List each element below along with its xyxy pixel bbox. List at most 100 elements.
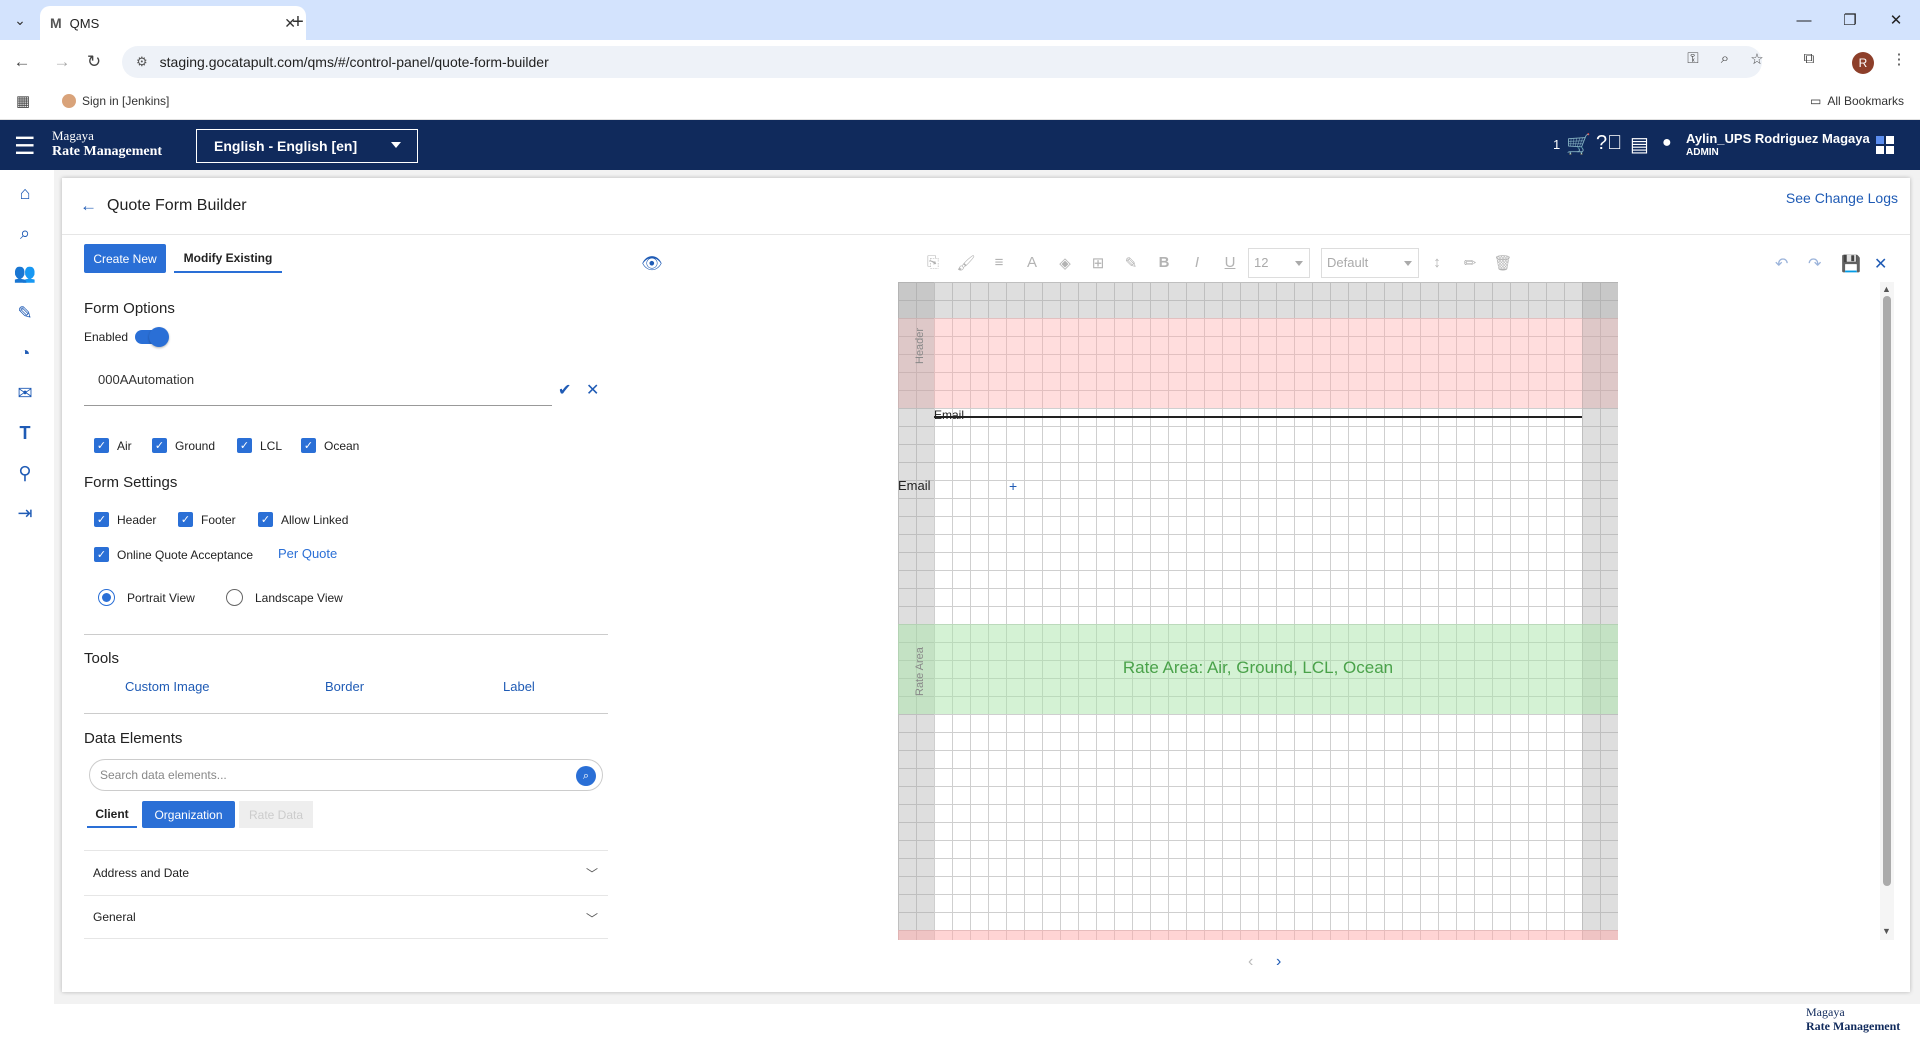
accordion-general[interactable]: General ﹀ — [84, 895, 608, 939]
edit-pencil-icon[interactable]: ✏ — [1459, 254, 1481, 272]
language-select[interactable]: English - English [en] — [196, 129, 418, 163]
email-field-top[interactable]: Email — [934, 408, 964, 422]
fill-color-icon[interactable]: ◈ — [1054, 254, 1076, 272]
text-icon[interactable]: T — [12, 420, 38, 446]
forward-arrow-icon[interactable]: → — [50, 50, 74, 74]
contacts-icon[interactable]: 👥 — [12, 260, 38, 286]
borders-icon[interactable]: ⊞ — [1087, 254, 1109, 272]
checkbox-footer[interactable]: ✓ Footer — [178, 512, 236, 527]
tasks-icon[interactable]: ▤ — [1630, 132, 1649, 157]
previous-page-icon[interactable]: ‹ — [1248, 953, 1253, 971]
see-change-logs-link[interactable]: See Change Logs — [1786, 190, 1898, 206]
apps-grid-icon[interactable]: ▦ — [16, 92, 30, 110]
reports-chart-icon[interactable]: ◔ — [12, 340, 38, 366]
undo-icon[interactable]: ↶ — [1775, 254, 1788, 274]
radio-portrait[interactable]: Portrait View — [98, 589, 195, 606]
app-switcher-icon[interactable] — [1876, 136, 1894, 154]
checkbox-online-quote-acceptance[interactable]: ✓ Online Quote Acceptance — [94, 547, 253, 562]
checkbox-air[interactable]: ✓ Air — [94, 438, 132, 453]
site-info-icon[interactable]: ⚙ — [136, 54, 148, 70]
scroll-up-icon[interactable]: ▲ — [1882, 284, 1891, 294]
zoom-icon[interactable]: ⌕ — [1714, 50, 1736, 67]
all-bookmarks[interactable]: ▭ All Bookmarks — [1810, 94, 1904, 108]
checkbox-ground[interactable]: ✓ Ground — [152, 438, 215, 453]
email-field-left[interactable]: Email — [898, 478, 931, 493]
browser-tab[interactable]: M QMS ✕ — [40, 6, 306, 40]
bookmark-jenkins[interactable]: Sign in [Jenkins] — [62, 94, 169, 108]
italic-icon[interactable]: I — [1186, 254, 1208, 271]
accordion-address-and-date[interactable]: Address and Date ﹀ — [84, 850, 608, 894]
network-icon[interactable]: ⚲ — [12, 460, 38, 486]
checkbox-allow-linked[interactable]: ✓ Allow Linked — [258, 512, 348, 527]
move-crosshair-icon[interactable]: + — [1009, 478, 1017, 494]
border-line[interactable] — [934, 416, 1582, 418]
font-size-select[interactable]: 12 — [1248, 248, 1310, 278]
search-icon[interactable]: ⌕ — [12, 220, 38, 246]
messages-icon[interactable]: ✉ — [12, 380, 38, 406]
tool-label[interactable]: Label — [503, 679, 535, 694]
font-color-icon[interactable]: A — [1021, 254, 1043, 271]
form-name-field[interactable]: 000AAutomation — [84, 366, 552, 406]
align-center-icon[interactable]: ≡ — [988, 254, 1010, 271]
per-quote-link[interactable]: Per Quote — [278, 546, 337, 561]
chevron-down-icon — [1404, 261, 1412, 266]
tab-client[interactable]: Client — [87, 801, 137, 828]
create-new-button[interactable]: Create New — [84, 244, 166, 273]
delete-trash-icon[interactable]: 🗑 — [1492, 254, 1514, 272]
back-icon[interactable]: ← — [80, 196, 97, 216]
preview-eye-icon[interactable]: 👁 — [641, 254, 663, 274]
scrollbar-thumb[interactable] — [1883, 296, 1891, 886]
save-icon[interactable]: 💾 — [1841, 254, 1861, 274]
checkbox-lcl[interactable]: ✓ LCL — [237, 438, 282, 453]
url-field[interactable]: ⚙ staging.gocatapult.com/qms/#/control-p… — [122, 46, 1762, 78]
scroll-down-icon[interactable]: ▼ — [1882, 926, 1891, 936]
close-builder-icon[interactable]: ✕ — [1874, 254, 1887, 274]
profile-avatar[interactable]: R — [1852, 52, 1874, 74]
checkbox-header[interactable]: ✓ Header — [94, 512, 156, 527]
form-canvas[interactable]: Header Email Email + Rate Area Rate Area… — [898, 282, 1618, 940]
footer-band[interactable] — [898, 930, 1618, 940]
redo-icon[interactable]: ↷ — [1808, 254, 1821, 274]
modify-existing-button[interactable]: Modify Existing — [174, 244, 282, 273]
new-tab-button[interactable]: + — [284, 8, 312, 36]
restore-icon[interactable]: ❐ — [1830, 8, 1870, 32]
canvas-scrollbar[interactable]: ▲ ▼ — [1880, 282, 1894, 940]
bookmark-star-icon[interactable]: ☆ — [1746, 50, 1768, 68]
format-painter-icon[interactable]: 🖌 — [955, 254, 977, 272]
cart-icon[interactable]: 🛒 — [1566, 132, 1591, 157]
quote-edit-icon[interactable]: ✎ — [12, 300, 38, 326]
cancel-close-icon[interactable]: ✕ — [586, 380, 599, 400]
underline-icon[interactable]: U — [1219, 254, 1241, 271]
password-key-icon[interactable]: ⚿ — [1682, 50, 1704, 67]
font-family-select[interactable]: Default — [1321, 248, 1419, 278]
user-icon[interactable]: ● — [1662, 134, 1672, 152]
border-color-icon[interactable]: ✎ — [1120, 254, 1142, 272]
enabled-toggle[interactable] — [135, 327, 169, 347]
reload-icon[interactable]: ↻ — [82, 50, 106, 74]
browser-menu-icon[interactable]: ⋮ — [1888, 50, 1910, 68]
radio-landscape[interactable]: Landscape View — [226, 589, 343, 606]
header-band[interactable] — [898, 318, 1618, 408]
search-icon[interactable]: ⌕ — [576, 766, 596, 786]
checkbox-ocean[interactable]: ✓ Ocean — [301, 438, 359, 453]
tab-search-icon[interactable]: ⌄ — [8, 8, 32, 32]
import-icon[interactable]: ⇥ — [12, 500, 38, 526]
window-close-icon[interactable]: ✕ — [1876, 8, 1916, 32]
extensions-icon[interactable]: ⧉ — [1798, 50, 1820, 67]
hamburger-menu-icon[interactable]: ☰ — [14, 132, 36, 161]
search-data-elements-input[interactable]: Search data elements... ⌕ — [89, 759, 603, 791]
tool-custom-image[interactable]: Custom Image — [125, 679, 210, 694]
help-icon[interactable]: ?⃝ — [1596, 132, 1622, 155]
tab-rate-data[interactable]: Rate Data — [239, 801, 313, 828]
tool-border[interactable]: Border — [325, 679, 364, 694]
next-page-icon[interactable]: › — [1276, 953, 1281, 971]
home-icon[interactable]: ⌂ — [12, 180, 38, 206]
vertical-resize-icon[interactable]: ↕ — [1426, 254, 1448, 271]
tab-organization[interactable]: Organization — [142, 801, 235, 828]
back-arrow-icon[interactable]: ← — [10, 50, 34, 74]
bold-icon[interactable]: B — [1153, 254, 1175, 271]
minimize-icon[interactable]: — — [1784, 8, 1824, 32]
user-name[interactable]: Aylin_UPS Rodriguez Magaya — [1686, 132, 1870, 145]
copy-icon[interactable]: ⎘ — [922, 254, 944, 271]
confirm-check-icon[interactable]: ✔ — [558, 380, 571, 400]
